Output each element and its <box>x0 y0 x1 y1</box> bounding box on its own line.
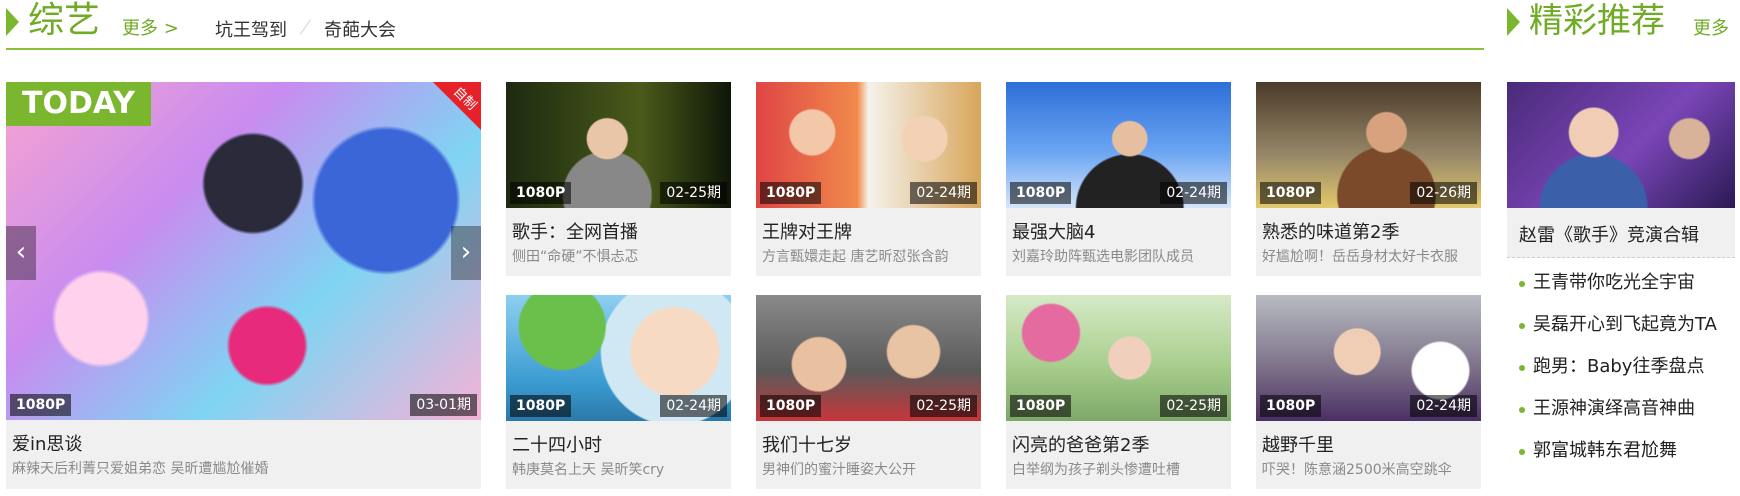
video-title[interactable]: 越野千里 <box>1262 431 1334 457</box>
video-subtitle: 方言甄嬛走起 唐艺昕怼张含韵 <box>762 249 949 265</box>
video-card[interactable]: 1080P 02-25期 闪亮的爸爸第2季 白举纲为孩子剃头惨遭吐槽 <box>1006 295 1231 489</box>
quality-badge: 1080P <box>1010 395 1072 417</box>
quality-badge: 1080P <box>10 394 72 416</box>
list-item[interactable]: 王源神演绎高音神曲 <box>1517 388 1737 430</box>
period-badge: 02-24期 <box>910 182 977 204</box>
video-card[interactable]: 1080P 02-24期 二十四小时 韩庚莫名上天 吴昕笑cry <box>506 295 731 489</box>
video-subtitle: 白举纲为孩子剃头惨遭吐槽 <box>1012 462 1180 478</box>
tag-separator <box>298 16 314 34</box>
video-subtitle: 吓哭！陈意涵2500米高空跳伞 <box>1262 462 1452 478</box>
section-title: 综艺 <box>28 0 101 41</box>
period-badge: 03-01期 <box>410 394 477 416</box>
video-thumbnail[interactable]: 1080P 02-26期 <box>1256 82 1481 208</box>
today-badge: TODAY <box>6 82 151 126</box>
quality-badge: 1080P <box>510 395 572 417</box>
video-card[interactable]: 1080P 02-24期 最强大脑4 刘嘉玲助阵甄选电影团队成员 <box>1006 82 1231 276</box>
tag-link-kengwang[interactable]: 坑王驾到 <box>215 16 287 42</box>
video-title[interactable]: 我们十七岁 <box>762 431 852 457</box>
quality-badge: 1080P <box>510 182 572 204</box>
video-subtitle: 刘嘉玲助阵甄选电影团队成员 <box>1012 249 1194 265</box>
divider <box>1507 257 1735 258</box>
recommend-thumbnail[interactable] <box>1507 82 1735 208</box>
video-subtitle: 韩庚莫名上天 吴昕笑cry <box>512 462 665 478</box>
quality-badge: 1080P <box>1260 395 1322 417</box>
quality-badge: 1080P <box>760 182 822 204</box>
video-thumbnail[interactable]: 1080P 02-25期 <box>756 295 981 421</box>
video-title[interactable]: 熟悉的味道第2季 <box>1262 218 1399 244</box>
video-subtitle: 侧田“命硬”不惧忐忑 <box>512 249 639 265</box>
list-item[interactable]: 吴磊开心到飞起竟为TA <box>1517 304 1737 346</box>
more-link[interactable]: 更多 > <box>122 14 179 40</box>
video-title[interactable]: 最强大脑4 <box>1012 218 1095 244</box>
video-title[interactable]: 王牌对王牌 <box>762 218 852 244</box>
video-card[interactable]: 1080P 02-26期 熟悉的味道第2季 好尴尬啊！岳岳身材太好卡衣服 <box>1256 82 1481 276</box>
original-corner-badge: 自制 <box>433 82 481 130</box>
quality-badge: 1080P <box>1010 182 1072 204</box>
period-badge: 02-24期 <box>1160 182 1227 204</box>
tag-link-qipa[interactable]: 奇葩大会 <box>324 16 396 42</box>
feature-subtitle: 麻辣天后利菁只爱姐弟恋 吴昕遭尴尬催婚 <box>12 461 269 477</box>
video-thumbnail[interactable]: 1080P 02-24期 <box>1256 295 1481 421</box>
video-title[interactable]: 歌手：全网首播 <box>512 218 638 244</box>
list-item[interactable]: 跑男：Baby往季盘点 <box>1517 346 1737 388</box>
recommend-featured-title[interactable]: 赵雷《歌手》竞演合辑 <box>1519 221 1699 247</box>
video-subtitle: 男神们的蜜汁睡姿大公开 <box>762 462 916 478</box>
list-item[interactable]: 郭富城韩东君尬舞 <box>1517 430 1737 472</box>
video-title[interactable]: 闪亮的爸爸第2季 <box>1012 431 1149 457</box>
video-card[interactable]: 1080P 02-25期 歌手：全网首播 侧田“命硬”不惧忐忑 <box>506 82 731 276</box>
video-card[interactable]: 1080P 02-24期 越野千里 吓哭！陈意涵2500米高空跳伞 <box>1256 295 1481 489</box>
period-badge: 02-25期 <box>660 182 727 204</box>
video-card[interactable]: 1080P 02-24期 王牌对王牌 方言甄嬛走起 唐艺昕怼张含韵 <box>756 82 981 276</box>
variety-section: 综艺 更多 > 坑王驾到 奇葩大会 TODAY 自制 ‹ › 1080P 03-… <box>6 0 1484 489</box>
section-header: 综艺 更多 > 坑王驾到 奇葩大会 <box>6 0 1484 50</box>
period-badge: 02-26期 <box>1410 182 1477 204</box>
quality-badge: 1080P <box>1260 182 1322 204</box>
video-thumbnail[interactable]: 1080P 02-25期 <box>506 82 731 208</box>
recommend-more-link[interactable]: 更多 <box>1693 14 1729 40</box>
recommend-section: 精彩推荐 更多 赵雷《歌手》竞演合辑 王青带你吃光全宇宙 吴磊开心到飞起竟为TA… <box>1507 0 1737 461</box>
list-item[interactable]: 王青带你吃光全宇宙 <box>1517 262 1737 304</box>
video-thumbnail[interactable]: 1080P 02-24期 <box>506 295 731 421</box>
recommend-header: 精彩推荐 更多 <box>1507 0 1737 50</box>
video-subtitle: 好尴尬啊！岳岳身材太好卡衣服 <box>1262 249 1458 265</box>
video-title[interactable]: 二十四小时 <box>512 431 602 457</box>
video-thumbnail[interactable]: 1080P 02-25期 <box>1006 295 1231 421</box>
period-badge: 02-24期 <box>1410 395 1477 417</box>
recommend-title: 精彩推荐 <box>1529 1 1665 41</box>
feature-title[interactable]: 爱in思谈 <box>12 430 82 456</box>
quality-badge: 1080P <box>760 395 822 417</box>
section-marker-icon <box>1507 8 1520 36</box>
recommend-list: 王青带你吃光全宇宙 吴磊开心到飞起竟为TA 跑男：Baby往季盘点 王源神演绎高… <box>1517 262 1737 472</box>
feature-card[interactable]: TODAY 自制 ‹ › 1080P 03-01期 爱in思谈 麻辣天后利菁只爱… <box>6 82 481 489</box>
video-card[interactable]: 1080P 02-25期 我们十七岁 男神们的蜜汁睡姿大公开 <box>756 295 981 489</box>
period-badge: 02-25期 <box>910 395 977 417</box>
next-arrow-icon[interactable]: › <box>451 226 481 280</box>
period-badge: 02-24期 <box>660 395 727 417</box>
video-thumbnail[interactable]: 1080P 02-24期 <box>1006 82 1231 208</box>
prev-arrow-icon[interactable]: ‹ <box>6 226 36 280</box>
recommend-featured[interactable]: 赵雷《歌手》竞演合辑 <box>1507 208 1735 258</box>
section-marker-icon <box>6 8 19 36</box>
feature-thumbnail[interactable]: TODAY 自制 ‹ › 1080P 03-01期 <box>6 82 481 420</box>
video-thumbnail[interactable]: 1080P 02-24期 <box>756 82 981 208</box>
period-badge: 02-25期 <box>1160 395 1227 417</box>
